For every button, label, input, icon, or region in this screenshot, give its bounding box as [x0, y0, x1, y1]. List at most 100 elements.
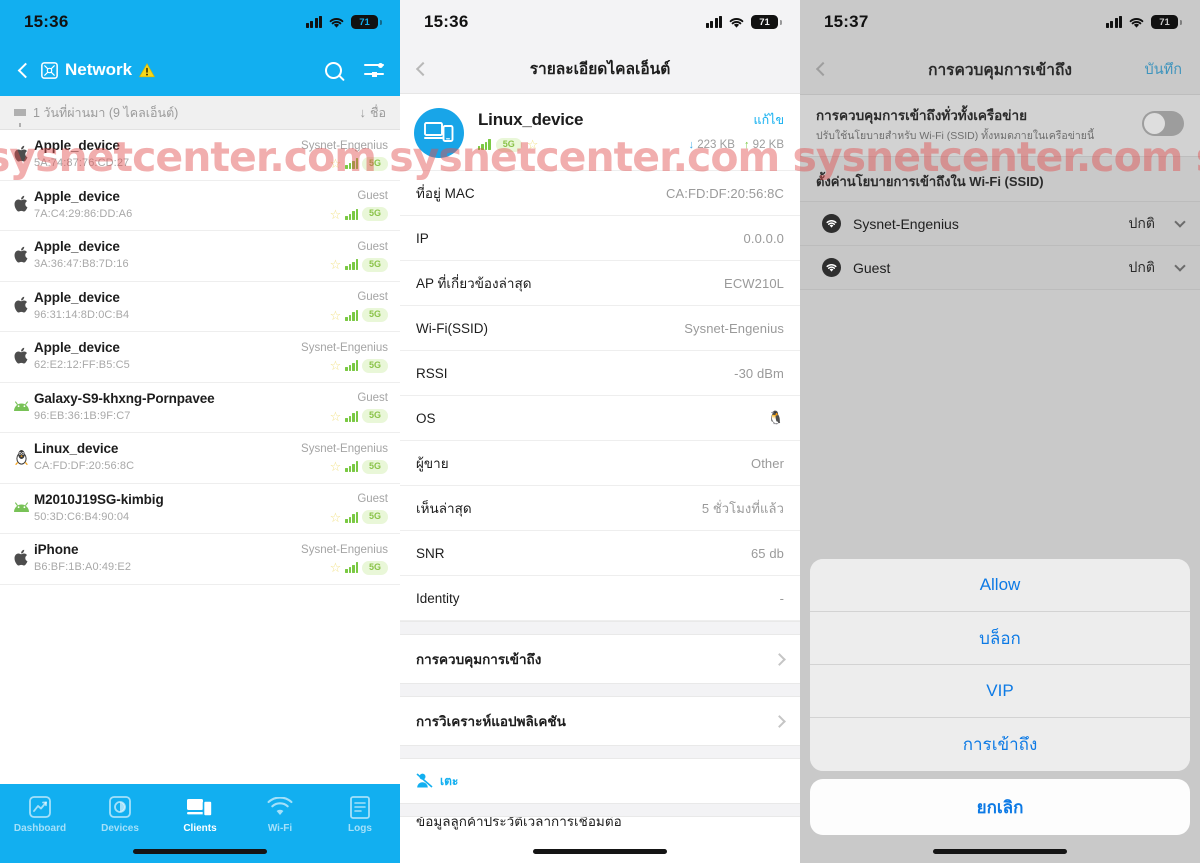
page-title: การควบคุมการเข้าถึง: [928, 61, 1072, 79]
sort-arrow-icon: ↓: [359, 105, 367, 120]
android-os-icon: [10, 501, 32, 516]
menu-item-app-analytics[interactable]: การวิเคราะห์แอปพลิเคชัน: [400, 697, 800, 745]
tab-wi-fi[interactable]: Wi-Fi: [240, 794, 320, 834]
star-icon[interactable]: ☆: [330, 410, 342, 423]
star-icon[interactable]: ☆: [330, 258, 342, 271]
client-meta: Guest ☆ 5G: [330, 189, 388, 222]
tab-label: Clients: [183, 823, 217, 834]
client-row[interactable]: Apple_device 96:31:14:8D:0C:B4 Guest ☆ 5G: [0, 282, 400, 332]
apple-os-icon: [10, 549, 32, 569]
search-icon[interactable]: [325, 61, 342, 79]
star-icon[interactable]: ☆: [330, 460, 342, 473]
client-badges: ☆ 5G: [330, 257, 388, 272]
tab-dashboard[interactable]: Dashboard: [0, 794, 80, 834]
edit-button[interactable]: แก้ไข: [754, 110, 784, 130]
menu-item-label: การควบคุมการเข้าถึง: [416, 652, 542, 667]
filter-bar[interactable]: 1 วันที่ผ่านมา (9 ไคลเอ็นต์) ↓ ชื่อ: [0, 96, 400, 130]
band-badge: 5G: [361, 409, 388, 424]
toggle-text: การควบคุมการเข้าถึงทั่วทั้งเครือข่าย ปรั…: [816, 107, 1142, 144]
status-indicators: 71: [1105, 15, 1182, 29]
status-time: 15:36: [424, 12, 469, 31]
ssid-row[interactable]: Sysnet-Engenius ปกติ: [800, 202, 1200, 247]
cancel-button[interactable]: ยกเลิก: [810, 779, 1190, 835]
star-icon[interactable]: ☆: [330, 208, 342, 221]
star-icon[interactable]: ☆: [330, 561, 342, 574]
back-chevron-icon[interactable]: [17, 62, 34, 78]
kick-label: เตะ: [440, 773, 459, 788]
kick-client-button[interactable]: เตะ: [400, 759, 800, 803]
sort-control[interactable]: ↓ ชื่อ: [360, 103, 387, 123]
detail-value: Other: [750, 455, 784, 471]
nav-bar: รายละเอียดไคลเอ็นต์: [400, 44, 800, 94]
detail-value: CA:FD:DF:20:56:8C: [665, 185, 784, 201]
client-mac: CA:FD:DF:20:56:8C: [34, 460, 135, 473]
wifi-icon: [729, 17, 744, 28]
ssid-row[interactable]: Guest ปกติ: [800, 246, 1200, 291]
star-icon[interactable]: ☆: [330, 359, 342, 372]
chevron-down-icon[interactable]: [1174, 260, 1186, 272]
ssid-policy-value: ปกติ: [1128, 258, 1155, 275]
client-meta: Sysnet-Engenius ☆ 5G: [301, 341, 388, 373]
client-row[interactable]: Apple_device 7A:C4:29:86:DD:A6 Guest ☆ 5G: [0, 181, 400, 231]
menu-item-label: การวิเคราะห์แอปพลิเคชัน: [416, 714, 566, 729]
client-ssid: Guest: [357, 291, 388, 304]
chevron-down-icon[interactable]: [1174, 216, 1186, 228]
tab-clients[interactable]: Clients: [160, 794, 240, 834]
client-meta: Sysnet-Engenius ☆ 5G: [301, 543, 388, 575]
section-divider: [400, 683, 800, 697]
action-sheet-option[interactable]: VIP: [810, 665, 1190, 718]
client-name: Linux_device: [34, 441, 119, 457]
menu-item-access-control[interactable]: การควบคุมการเข้าถึง: [400, 635, 800, 683]
filter-settings-icon[interactable]: [364, 62, 384, 78]
panel-access-control: 15:37 71 การควบคุมการเข้าถึง บันทึก การค…: [800, 0, 1200, 863]
detail-value: 5 ชั่วโมงที่แล้ว: [701, 500, 784, 516]
filter-summary: 1 วันที่ผ่านมา (9 ไคลเอ็นต์): [33, 105, 179, 120]
apple-os-icon: [10, 145, 32, 165]
client-info: Apple_device 3A:36:47:B8:7D:16: [32, 239, 330, 272]
client-row[interactable]: M2010J19SG-kimbig 50:3D:C6:B4:90:04 Guest ☆…: [0, 484, 400, 534]
action-sheet-option[interactable]: Allow: [810, 559, 1190, 612]
client-row[interactable]: Apple_device 62:E2:12:FF:B5:C5 Sysnet-Enge…: [0, 332, 400, 383]
detail-row: SNR 65 db: [400, 531, 800, 576]
detail-row: IP 0.0.0.0: [400, 216, 800, 261]
tab-logs[interactable]: Logs: [320, 794, 400, 834]
save-button[interactable]: บันทึก: [1145, 58, 1182, 81]
client-row[interactable]: Galaxy-S9-khxng-Pornpavee 96:EB:36:1B:9F:…: [0, 383, 400, 433]
star-icon[interactable]: ☆: [527, 138, 539, 151]
star-icon[interactable]: ☆: [330, 511, 342, 524]
star-icon[interactable]: ☆: [330, 309, 342, 322]
upload-stat: ↑ 92 KB: [744, 139, 784, 151]
client-row[interactable]: iPhone B6:BF:1B:A0:49:E2 Sysnet-Engenius ☆ 5…: [0, 534, 400, 585]
detail-row: RSSI -30 dBm: [400, 351, 800, 396]
client-row[interactable]: Apple_device 5A:74:87:76:CD:27 Sysnet-Enge…: [0, 130, 400, 181]
network-wide-toggle[interactable]: [1142, 111, 1184, 136]
home-indicator: [533, 849, 667, 854]
detail-row: Identity -: [400, 576, 800, 621]
toggle-description: ปรับใช้นโยบายสำหรับ Wi-Fi (SSID) ทั้งหมด…: [816, 130, 1095, 143]
client-badges: ☆ 5G: [330, 409, 388, 424]
signal-bars-icon: [345, 562, 358, 574]
home-indicator: [133, 849, 267, 854]
nav-title-text: Network: [65, 60, 133, 79]
cellular-icon: [305, 16, 322, 28]
client-row[interactable]: Apple_device 3A:36:47:B8:7D:16 Guest ☆ 5G: [0, 231, 400, 282]
client-ssid: Sysnet-Engenius: [301, 543, 388, 556]
band-badge: 5G: [361, 308, 388, 323]
ssid-list: Sysnet-Engenius ปกติ Guest ปกติ: [800, 201, 1200, 291]
network-icon: [41, 61, 58, 79]
action-sheet-option[interactable]: การเข้าถึง: [810, 718, 1190, 771]
client-ssid: Guest: [357, 392, 388, 405]
tab-devices[interactable]: Devices: [80, 794, 160, 834]
tab-label: Wi-Fi: [267, 823, 293, 834]
detail-key: ผู้ขาย: [416, 456, 449, 471]
status-bar: 15:36 71: [400, 0, 800, 44]
star-icon[interactable]: ☆: [330, 157, 342, 170]
device-name: Linux_device: [478, 110, 584, 129]
client-name: Apple_device: [34, 188, 120, 204]
detail-key: IP: [416, 230, 429, 246]
ssid-name: Sysnet-Engenius: [853, 215, 959, 232]
client-row[interactable]: Linux_device CA:FD:DF:20:56:8C Sysnet-Enge…: [0, 433, 400, 484]
action-sheet-option[interactable]: บล็อก: [810, 612, 1190, 665]
client-ssid: Guest: [357, 190, 388, 203]
client-info: iPhone B6:BF:1B:A0:49:E2: [32, 542, 301, 575]
